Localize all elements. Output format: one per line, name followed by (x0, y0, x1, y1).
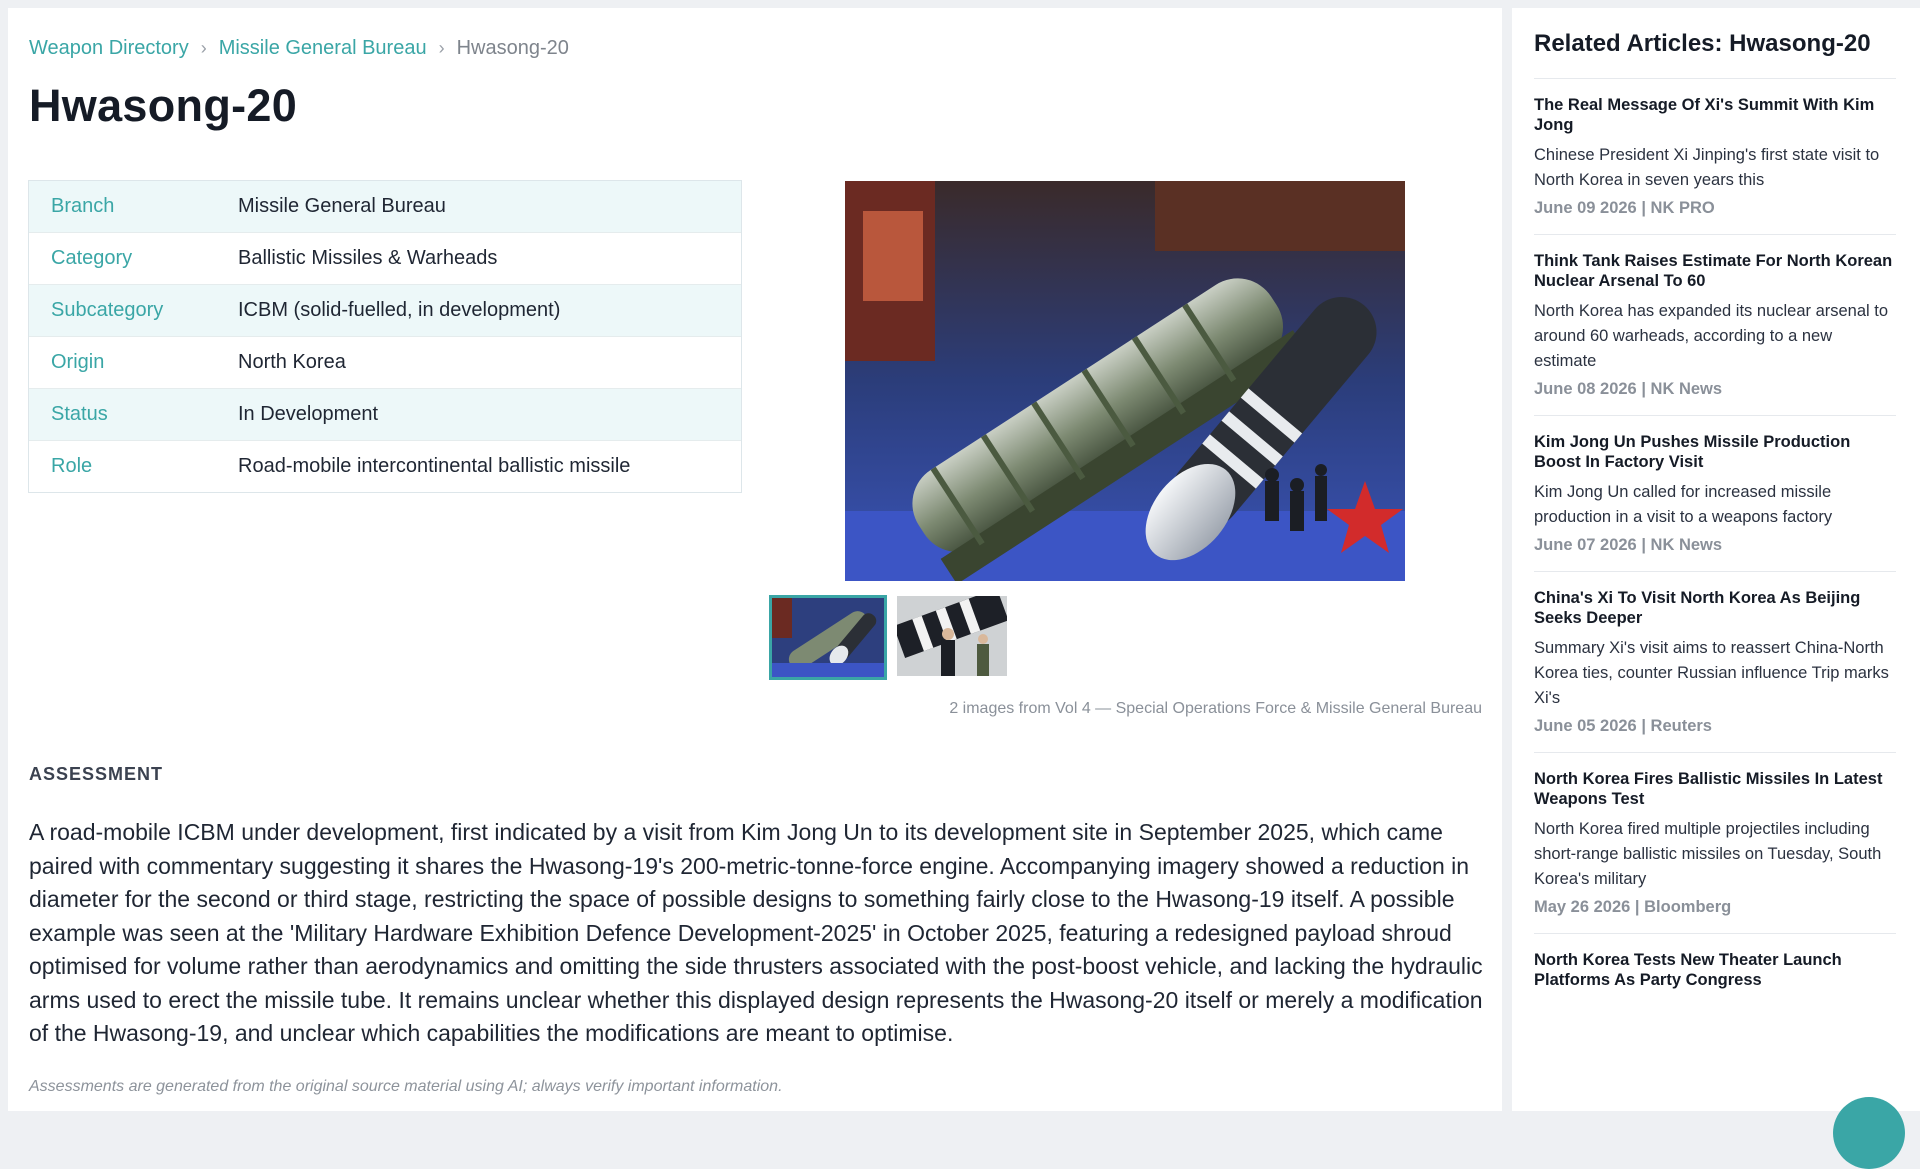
spec-value: North Korea (238, 351, 346, 373)
article-item[interactable]: Kim Jong Un Pushes Missile Production Bo… (1534, 415, 1896, 571)
breadcrumb-current: Hwasong-20 (456, 37, 569, 59)
page-title: Hwasong-20 (29, 80, 298, 131)
spec-row-category: Category Ballistic Missiles & Warheads (29, 233, 741, 285)
article-title[interactable]: Kim Jong Un Pushes Missile Production Bo… (1534, 432, 1896, 472)
article-summary: Summary Xi's visit aims to reassert Chin… (1534, 639, 1889, 707)
gallery-thumbnail-1[interactable] (769, 595, 887, 680)
assessment-heading: ASSESSMENT (29, 764, 164, 784)
spec-label: Category (51, 247, 133, 269)
gallery-caption: 2 images from Vol 4 — Special Operations… (949, 700, 1482, 717)
article-item[interactable]: Think Tank Raises Estimate For North Kor… (1534, 234, 1896, 415)
gallery-thumbnail-2[interactable] (897, 596, 1007, 676)
spec-row-branch: Branch Missile General Bureau (29, 181, 741, 233)
spec-label: Role (51, 455, 93, 477)
article-item[interactable]: China's Xi To Visit North Korea As Beiji… (1534, 571, 1896, 752)
article-meta: June 09 2026 | NK PRO (1534, 199, 1715, 217)
spec-value: Road-mobile intercontinental ballistic m… (238, 455, 631, 477)
sidebar-title: Related Articles: Hwasong-20 (1534, 30, 1871, 57)
spec-value: ICBM (solid-fuelled, in development) (238, 299, 561, 321)
breadcrumb-separator: › (438, 38, 445, 58)
spec-row-subcategory: Subcategory ICBM (solid-fuelled, in deve… (29, 285, 741, 337)
article-item[interactable]: The Real Message Of Xi's Summit With Kim… (1534, 78, 1896, 234)
article-summary: Kim Jong Un called for increased missile… (1534, 483, 1833, 526)
article-meta: June 08 2026 | NK News (1534, 380, 1723, 398)
breadcrumb-weapon-directory[interactable]: Weapon Directory (29, 37, 189, 60)
article-summary: North Korea fired multiple projectiles i… (1534, 820, 1882, 888)
article-list: The Real Message Of Xi's Summit With Kim… (1534, 78, 1896, 1014)
main-panel: Weapon Directory › Missile General Burea… (8, 8, 1502, 1111)
article-meta: May 26 2026 | Bloomberg (1534, 898, 1732, 916)
related-articles-sidebar: Related Articles: Hwasong-20 The Real Me… (1512, 8, 1920, 1111)
article-item[interactable]: North Korea Tests New Theater Launch Pla… (1534, 933, 1896, 1014)
missile-photo (845, 181, 1405, 581)
article-title[interactable]: Think Tank Raises Estimate For North Kor… (1534, 251, 1896, 291)
breadcrumb-separator: › (200, 38, 207, 58)
spec-label: Status (51, 403, 108, 425)
article-summary: North Korea has expanded its nuclear ars… (1534, 302, 1889, 370)
spec-value: Ballistic Missiles & Warheads (238, 247, 498, 269)
floating-action-button[interactable] (1833, 1097, 1905, 1169)
spec-label: Origin (51, 351, 105, 373)
spec-label: Subcategory (51, 299, 164, 321)
spec-value: Missile General Bureau (238, 195, 446, 217)
ai-disclaimer: Assessments are generated from the origi… (29, 1078, 783, 1095)
spec-value: In Development (238, 403, 379, 425)
gallery-main-image[interactable] (845, 181, 1405, 581)
thumbnail-image (772, 598, 884, 677)
assessment-text: A road-mobile ICBM under development, fi… (29, 819, 1483, 1046)
thumbnail-image (897, 596, 1007, 676)
article-title[interactable]: North Korea Tests New Theater Launch Pla… (1534, 950, 1896, 990)
spec-label: Branch (51, 195, 115, 217)
breadcrumb: Weapon Directory › Missile General Burea… (29, 37, 569, 60)
spec-row-role: Role Road-mobile intercontinental ballis… (29, 441, 741, 492)
spec-row-status: Status In Development (29, 389, 741, 441)
article-title[interactable]: North Korea Fires Ballistic Missiles In … (1534, 769, 1896, 809)
article-item[interactable]: North Korea Fires Ballistic Missiles In … (1534, 752, 1896, 933)
article-title[interactable]: China's Xi To Visit North Korea As Beiji… (1534, 588, 1896, 628)
article-summary: Chinese President Xi Jinping's first sta… (1534, 146, 1880, 189)
breadcrumb-missile-general-bureau[interactable]: Missile General Bureau (219, 37, 427, 60)
spec-row-origin: Origin North Korea (29, 337, 741, 389)
article-meta: June 05 2026 | Reuters (1534, 717, 1712, 735)
article-title[interactable]: The Real Message Of Xi's Summit With Kim… (1534, 95, 1896, 135)
spec-table: Branch Missile General Bureau Category B… (28, 180, 742, 493)
article-meta: June 07 2026 | NK News (1534, 536, 1723, 554)
